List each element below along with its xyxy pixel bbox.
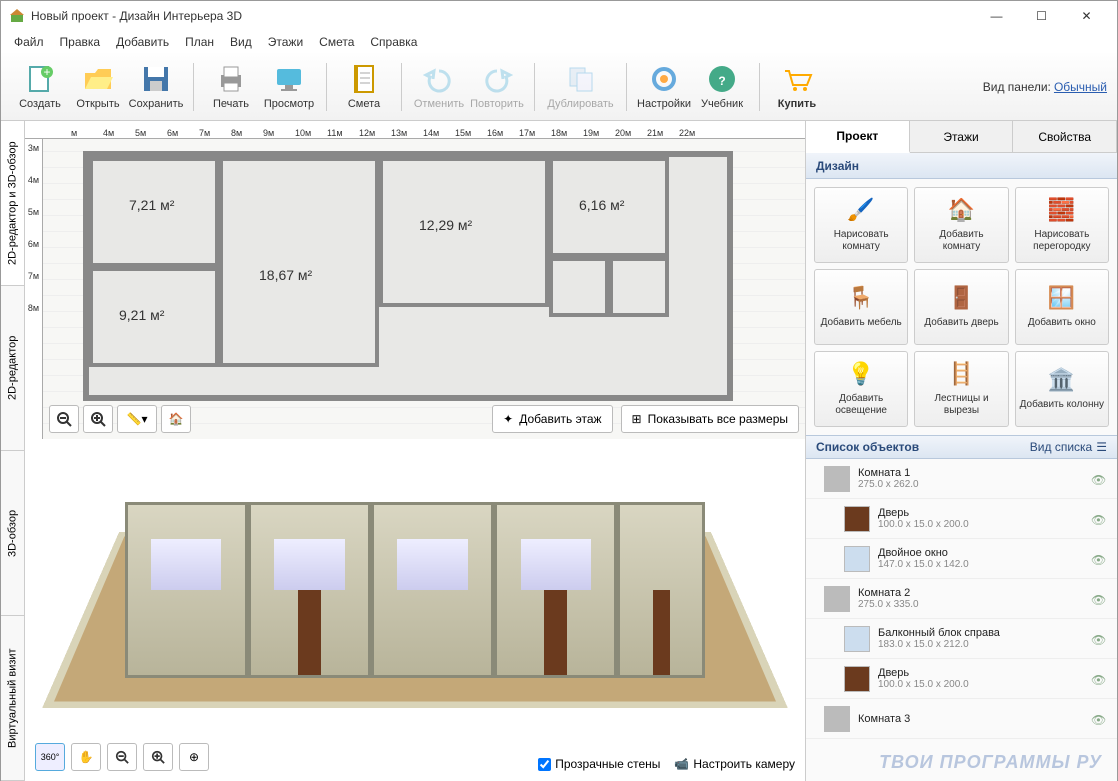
design-btn-8[interactable]: 🏛️Добавить колонну	[1015, 351, 1109, 427]
svg-text:+: +	[43, 65, 50, 79]
camera-settings-button[interactable]: 📹Настроить камеру	[674, 757, 795, 771]
zoom-in-2d[interactable]	[83, 405, 113, 433]
design-btn-1[interactable]: 🏠Добавить комнату	[914, 187, 1008, 263]
menu-floors[interactable]: Этажи	[261, 33, 310, 51]
list-icon: ☰	[1096, 440, 1107, 454]
window-title: Новый проект - Дизайн Интерьера 3D	[31, 9, 974, 23]
list-item[interactable]: Комната 3👁	[806, 699, 1117, 739]
room-area-3: 12,29 м²	[419, 217, 472, 233]
room-area-2: 18,67 м²	[259, 267, 312, 283]
measure-button[interactable]: 📏▾	[117, 405, 157, 433]
tab-2d[interactable]: 2D-редактор	[1, 286, 24, 451]
zoom-in-3d[interactable]	[143, 743, 173, 771]
design-btn-7[interactable]: 🪜Лестницы и вырезы	[914, 351, 1008, 427]
menu-plan[interactable]: План	[178, 33, 221, 51]
close-button[interactable]: ✕	[1064, 1, 1109, 31]
menu-help[interactable]: Справка	[363, 33, 424, 51]
redo-button[interactable]: Повторить	[468, 59, 526, 114]
settings-button[interactable]: Настройки	[635, 59, 693, 114]
design-btn-3[interactable]: 🪑Добавить мебель	[814, 269, 908, 345]
visibility-icon[interactable]: 👁	[1091, 673, 1107, 685]
rotate-360-button[interactable]: 360°	[35, 743, 65, 771]
list-item[interactable]: Комната 2275.0 x 335.0👁	[806, 579, 1117, 619]
svg-text:?: ?	[718, 74, 725, 88]
visibility-icon[interactable]: 👁	[1091, 593, 1107, 605]
object-list: Комната 1275.0 x 262.0👁Дверь100.0 x 15.0…	[806, 459, 1117, 781]
design-btn-6[interactable]: 💡Добавить освещение	[814, 351, 908, 427]
new-button[interactable]: +Создать	[11, 59, 69, 114]
visibility-icon[interactable]: 👁	[1091, 633, 1107, 645]
tab-3d[interactable]: 3D-обзор	[1, 451, 24, 616]
design-btn-4[interactable]: 🚪Добавить дверь	[914, 269, 1008, 345]
maximize-button[interactable]: ☐	[1019, 1, 1064, 31]
tab-2d-3d[interactable]: 2D-редактор и 3D-обзор	[1, 121, 24, 286]
room-area-1: 7,21 м²	[129, 197, 174, 213]
app-icon	[9, 8, 25, 24]
duplicate-button[interactable]: Дублировать	[543, 59, 618, 114]
home-button[interactable]: 🏠	[161, 405, 191, 433]
floorplan[interactable]: 7,21 м² 18,67 м² 12,29 м² 6,16 м² 9,21 м…	[83, 151, 733, 401]
list-item[interactable]: Дверь100.0 x 15.0 x 200.0👁	[806, 659, 1117, 699]
plan-2d-view[interactable]: 3м4м5м6м7м8м 7,21 м² 18,67 м² 12,29 м² 6…	[25, 139, 805, 439]
menubar: Файл Правка Добавить План Вид Этажи Смет…	[1, 31, 1117, 53]
buy-button[interactable]: Купить	[768, 59, 826, 114]
tab-floors[interactable]: Этажи	[910, 121, 1014, 152]
list-item[interactable]: Дверь100.0 x 15.0 x 200.0👁	[806, 499, 1117, 539]
titlebar: Новый проект - Дизайн Интерьера 3D — ☐ ✕	[1, 1, 1117, 31]
design-btn-0[interactable]: 🖌️Нарисовать комнату	[814, 187, 908, 263]
layers-icon: ✦	[503, 412, 513, 426]
zoom-out-3d[interactable]	[107, 743, 137, 771]
menu-file[interactable]: Файл	[7, 33, 51, 51]
add-floor-button[interactable]: ✦Добавить этаж	[492, 405, 612, 433]
visibility-icon[interactable]: 👁	[1091, 553, 1107, 565]
list-item[interactable]: Балконный блок справа183.0 x 15.0 x 212.…	[806, 619, 1117, 659]
design-header: Дизайн	[806, 153, 1117, 179]
ruler-vertical: 3м4м5м6м7м8м	[25, 139, 43, 439]
dimensions-icon: ⊞	[632, 412, 642, 426]
menu-add[interactable]: Добавить	[109, 33, 176, 51]
camera-icon: 📹	[674, 757, 689, 771]
list-item[interactable]: Двойное окно147.0 x 15.0 x 142.0👁	[806, 539, 1117, 579]
minimize-button[interactable]: —	[974, 1, 1019, 31]
zoom-out-2d[interactable]	[49, 405, 79, 433]
show-dimensions-button[interactable]: ⊞Показывать все размеры	[621, 405, 799, 433]
print-button[interactable]: Печать	[202, 59, 260, 114]
ruler-horizontal: м4м5м6м7м8м9м10м11м12м13м14м15м16м17м18м…	[25, 121, 805, 139]
open-button[interactable]: Открыть	[69, 59, 127, 114]
center-view-button[interactable]: ⊕	[179, 743, 209, 771]
menu-estimate[interactable]: Смета	[312, 33, 361, 51]
right-panel: Проект Этажи Свойства Дизайн 🖌️Нарисоват…	[805, 121, 1117, 781]
tab-virtual[interactable]: Виртуальный визит	[1, 616, 24, 781]
room-area-4: 6,16 м²	[579, 197, 624, 213]
tab-project[interactable]: Проект	[806, 121, 910, 153]
panel-mode-link[interactable]: Обычный	[1054, 80, 1107, 94]
tutorial-button[interactable]: ?Учебник	[693, 59, 751, 114]
design-btn-2[interactable]: 🧱Нарисовать перегородку	[1015, 187, 1109, 263]
tab-properties[interactable]: Свойства	[1013, 121, 1117, 152]
transparent-walls-checkbox[interactable]: Прозрачные стены	[538, 757, 660, 771]
menu-edit[interactable]: Правка	[53, 33, 108, 51]
pan-button[interactable]: ✋	[71, 743, 101, 771]
menu-view[interactable]: Вид	[223, 33, 259, 51]
estimate-button[interactable]: Смета	[335, 59, 393, 114]
save-button[interactable]: Сохранить	[127, 59, 185, 114]
main-toolbar: +Создать Открыть Сохранить Печать Просмо…	[1, 53, 1117, 121]
design-btn-5[interactable]: 🪟Добавить окно	[1015, 269, 1109, 345]
objects-header: Список объектов	[816, 440, 919, 454]
model-3d[interactable]	[85, 475, 745, 745]
visibility-icon[interactable]: 👁	[1091, 473, 1107, 485]
visibility-icon[interactable]: 👁	[1091, 513, 1107, 525]
left-view-tabs: 2D-редактор и 3D-обзор 2D-редактор 3D-об…	[1, 121, 25, 781]
visibility-icon[interactable]: 👁	[1091, 713, 1107, 725]
undo-button[interactable]: Отменить	[410, 59, 468, 114]
view-3d[interactable]: 360° ✋ ⊕ Прозрачные стены 📹Настроить кам…	[25, 439, 805, 781]
preview-button[interactable]: Просмотр	[260, 59, 318, 114]
panel-mode: Вид панели: Обычный	[983, 80, 1107, 94]
list-item[interactable]: Комната 1275.0 x 262.0👁	[806, 459, 1117, 499]
list-mode-toggle[interactable]: Вид списка ☰	[1030, 440, 1107, 454]
room-area-5: 9,21 м²	[119, 307, 164, 323]
